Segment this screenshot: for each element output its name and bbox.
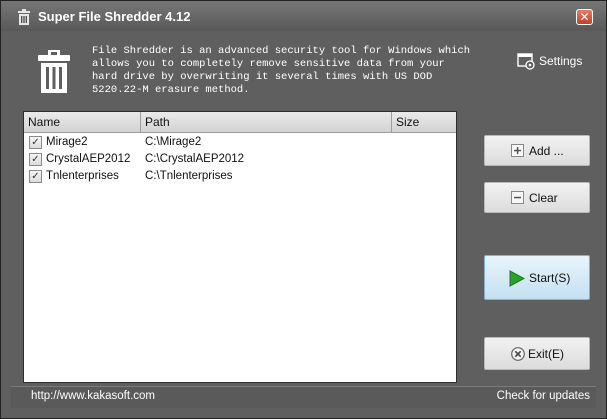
- row-checkbox[interactable]: ✓: [29, 136, 42, 149]
- cell-name: Mirage2: [46, 136, 88, 148]
- settings-label: Settings: [539, 54, 583, 68]
- column-header-size[interactable]: Size: [392, 112, 456, 133]
- main-window: Super File Shredder 4.12 ✕ File Shredder…: [0, 0, 607, 419]
- add-button[interactable]: Add ...: [484, 135, 590, 166]
- cell-name: CrystalAEP2012: [46, 153, 131, 165]
- cell-name: Tnlenterprises: [46, 170, 119, 182]
- app-trash-icon: [18, 9, 30, 25]
- settings-icon: [517, 53, 535, 70]
- close-circle-icon: [511, 347, 525, 361]
- plus-icon: [511, 144, 524, 157]
- cell-path: C:\CrystalAEP2012: [145, 153, 245, 165]
- exit-button[interactable]: Exit(E): [484, 337, 590, 370]
- add-button-label: Add ...: [529, 144, 564, 158]
- clear-button[interactable]: Clear: [484, 182, 590, 213]
- title-bar[interactable]: Super File Shredder 4.12 ✕: [1, 1, 606, 31]
- row-checkbox[interactable]: ✓: [29, 153, 42, 166]
- close-button[interactable]: ✕: [576, 9, 593, 25]
- file-list[interactable]: Name Path Size ✓ Mirage2 C:\Mirage2 ✓ Cr…: [23, 111, 457, 383]
- row-checkbox[interactable]: ✓: [29, 170, 42, 183]
- column-header-name[interactable]: Name: [24, 112, 141, 133]
- table-row[interactable]: ✓ CrystalAEP2012 C:\CrystalAEP2012: [24, 151, 456, 168]
- close-icon: ✕: [579, 10, 590, 24]
- table-row[interactable]: ✓ Tnlenterprises C:\Tnlenterprises: [24, 168, 456, 185]
- minus-icon: [511, 191, 524, 204]
- clear-button-label: Clear: [529, 191, 558, 205]
- trash-icon: [38, 50, 70, 93]
- window-title: Super File Shredder 4.12: [38, 9, 191, 24]
- play-icon: [509, 270, 525, 287]
- app-description: File Shredder is an advanced security to…: [92, 45, 471, 96]
- exit-button-label: Exit(E): [528, 347, 564, 361]
- table-row[interactable]: ✓ Mirage2 C:\Mirage2: [24, 134, 456, 151]
- start-button[interactable]: Start(S): [484, 255, 590, 300]
- cell-path: C:\Tnlenterprises: [145, 170, 233, 182]
- start-button-label: Start(S): [529, 271, 571, 285]
- cell-path: C:\Mirage2: [145, 136, 202, 148]
- status-bar: http://www.kakasoft.com Check for update…: [11, 386, 596, 408]
- column-header-path[interactable]: Path: [141, 112, 392, 133]
- check-updates-link[interactable]: Check for updates: [497, 390, 590, 402]
- website-link[interactable]: http://www.kakasoft.com: [31, 390, 155, 402]
